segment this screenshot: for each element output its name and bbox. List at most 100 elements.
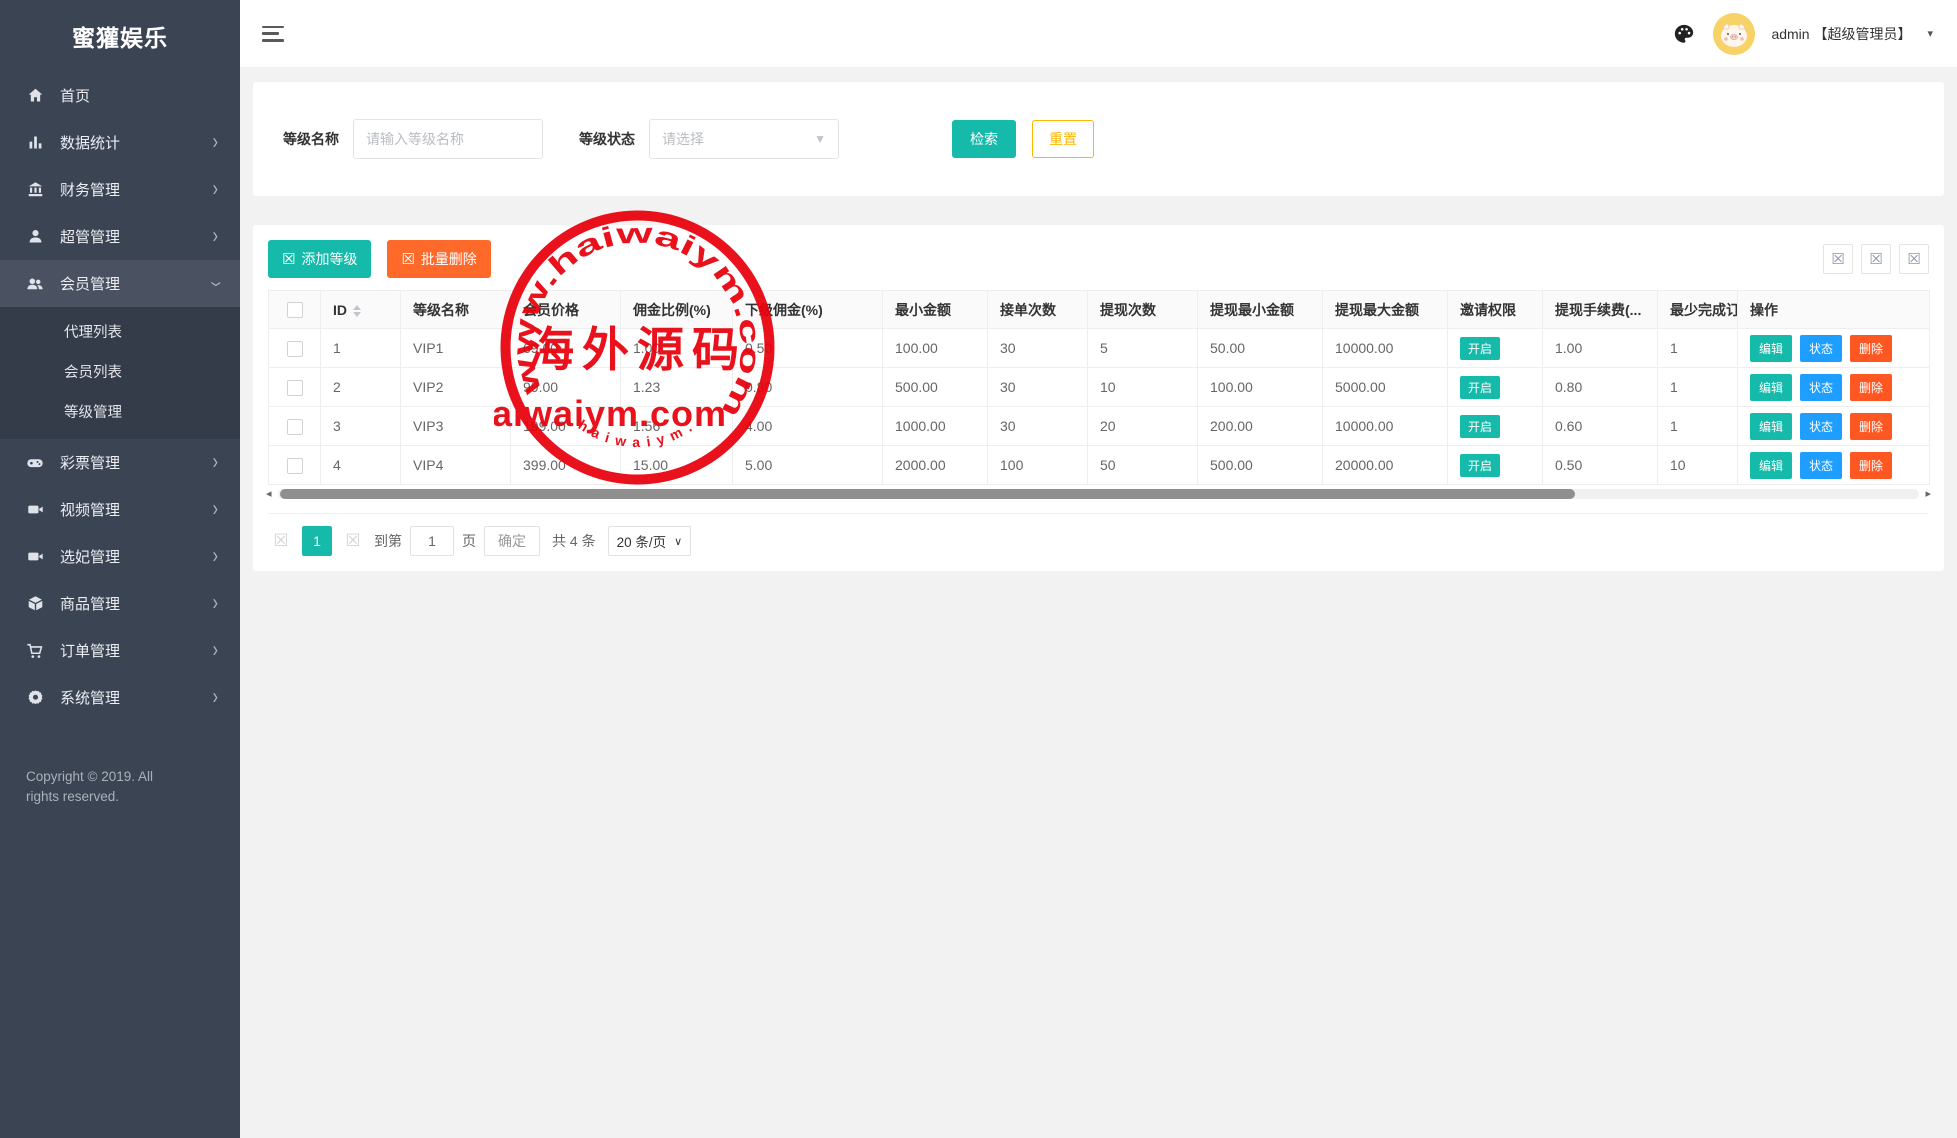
cart-icon bbox=[26, 642, 44, 660]
next-page-button[interactable]: ☒ bbox=[340, 531, 366, 551]
delete-row-button[interactable]: 删除 bbox=[1850, 374, 1892, 401]
table-row: 1VIP169.001.000.50100.0030550.0010000.00… bbox=[269, 329, 1930, 368]
topbar-right: admin 【超级管理员】 ▾ bbox=[1671, 13, 1933, 55]
goto-confirm-button[interactable]: 确定 bbox=[484, 526, 540, 556]
cell-invite: 开启 bbox=[1448, 368, 1543, 407]
sidebar-item-video[interactable]: 视频管理› bbox=[0, 486, 240, 533]
column-header-3: 会员价格 bbox=[511, 291, 621, 329]
column-header-4: 佣金比例(%) bbox=[621, 291, 733, 329]
scrollbar-thumb[interactable] bbox=[280, 489, 1575, 499]
delete-row-button[interactable]: 删除 bbox=[1850, 413, 1892, 440]
cell-name: VIP3 bbox=[401, 407, 511, 446]
chevron-down-icon: › bbox=[203, 281, 228, 286]
total-count-label: 共 4 条 bbox=[552, 531, 596, 551]
cell-id: 3 bbox=[321, 407, 401, 446]
page-content: 等级名称 等级状态 请选择 ▼ 检索 重置 ☒添加等级 ☒批量删除 bbox=[240, 68, 1957, 1138]
sidebar-item-home[interactable]: 首页 bbox=[0, 72, 240, 119]
reset-button[interactable]: 重置 bbox=[1032, 120, 1094, 158]
theme-palette-icon[interactable] bbox=[1671, 21, 1697, 47]
cell-price: 399.00 bbox=[511, 446, 621, 485]
cell-price: 199.00 bbox=[511, 407, 621, 446]
table-tool-button-2[interactable]: ☒ bbox=[1861, 244, 1891, 274]
cell-name: VIP1 bbox=[401, 329, 511, 368]
level-name-input[interactable] bbox=[353, 119, 543, 159]
status-button[interactable]: 状态 bbox=[1800, 335, 1842, 362]
cell-price: 69.00 bbox=[511, 329, 621, 368]
delete-row-button[interactable]: 删除 bbox=[1850, 335, 1892, 362]
cell-sub_commission: 0.50 bbox=[733, 329, 883, 368]
page-number-1[interactable]: 1 bbox=[302, 526, 332, 556]
tool-icon-3: ☒ bbox=[1907, 250, 1920, 268]
sidebar-item-stats[interactable]: 数据统计› bbox=[0, 119, 240, 166]
prev-page-button[interactable]: ☒ bbox=[268, 531, 294, 551]
table-tool-button-1[interactable]: ☒ bbox=[1823, 244, 1853, 274]
sidebar-item-admins[interactable]: 超管管理› bbox=[0, 213, 240, 260]
select-all-checkbox[interactable] bbox=[287, 302, 303, 318]
row-checkbox[interactable] bbox=[287, 380, 303, 396]
sidebar-item-members[interactable]: 会员管理› bbox=[0, 260, 240, 307]
column-header-7: 接单次数 bbox=[988, 291, 1088, 329]
row-checkbox[interactable] bbox=[287, 419, 303, 435]
edit-button[interactable]: 编辑 bbox=[1750, 452, 1792, 479]
scrollbar-track[interactable] bbox=[278, 489, 1919, 499]
sidebar-toggle-icon[interactable] bbox=[262, 26, 284, 42]
scroll-right-icon[interactable]: ▸ bbox=[1925, 487, 1931, 501]
column-header-1[interactable]: ID bbox=[321, 291, 401, 329]
user-dropdown[interactable]: admin 【超级管理员】 bbox=[1771, 24, 1911, 44]
table-row: 2VIP299.001.230.80500.003010100.005000.0… bbox=[269, 368, 1930, 407]
sidebar-item-label: 选妃管理 bbox=[60, 546, 213, 567]
tool-icon-2: ☒ bbox=[1869, 250, 1882, 268]
goto-page-input[interactable] bbox=[410, 526, 454, 556]
add-level-button[interactable]: ☒添加等级 bbox=[268, 240, 371, 278]
column-header-10: 提现最大金额 bbox=[1323, 291, 1448, 329]
cell-fee: 0.50 bbox=[1543, 446, 1658, 485]
gamepad-icon bbox=[26, 454, 44, 472]
cell-fee: 0.80 bbox=[1543, 368, 1658, 407]
batch-delete-button[interactable]: ☒批量删除 bbox=[387, 240, 490, 278]
chart-icon bbox=[26, 134, 44, 152]
edit-button[interactable]: 编辑 bbox=[1750, 374, 1792, 401]
toolbar-left: ☒添加等级 ☒批量删除 bbox=[268, 240, 491, 278]
edit-button[interactable]: 编辑 bbox=[1750, 413, 1792, 440]
sidebar-item-xuanfei[interactable]: 选妃管理› bbox=[0, 533, 240, 580]
chevron-right-icon: › bbox=[213, 591, 218, 616]
topbar: admin 【超级管理员】 ▾ bbox=[240, 0, 1957, 68]
table-tool-button-3[interactable]: ☒ bbox=[1899, 244, 1929, 274]
level-status-select[interactable]: 请选择 ▼ bbox=[649, 119, 839, 159]
app-window: 蜜獾娱乐 首页数据统计›财务管理›超管管理›会员管理›代理列表会员列表等级管理彩… bbox=[0, 0, 1957, 1138]
sidebar-item-label: 彩票管理 bbox=[60, 452, 213, 473]
cell-fee: 0.60 bbox=[1543, 407, 1658, 446]
cell-id: 4 bbox=[321, 446, 401, 485]
delete-icon: ☒ bbox=[401, 250, 414, 268]
cell-invite: 开启 bbox=[1448, 446, 1543, 485]
edit-button[interactable]: 编辑 bbox=[1750, 335, 1792, 362]
sidebar-item-label: 视频管理 bbox=[60, 499, 213, 520]
status-button[interactable]: 状态 bbox=[1800, 374, 1842, 401]
delete-row-button[interactable]: 删除 bbox=[1850, 452, 1892, 479]
sidebar-subitem-members-3[interactable]: 等级管理 bbox=[0, 393, 240, 433]
user-icon bbox=[26, 228, 44, 246]
cell-withdraw_count: 5 bbox=[1088, 329, 1198, 368]
sidebar-item-label: 系统管理 bbox=[60, 687, 213, 708]
row-checkbox[interactable] bbox=[287, 458, 303, 474]
status-button[interactable]: 状态 bbox=[1800, 452, 1842, 479]
sidebar-subitem-members-1[interactable]: 代理列表 bbox=[0, 313, 240, 353]
invite-status-badge: 开启 bbox=[1460, 454, 1500, 477]
sidebar-item-lottery[interactable]: 彩票管理› bbox=[0, 439, 240, 486]
sidebar-item-orders[interactable]: 订单管理› bbox=[0, 627, 240, 674]
search-button[interactable]: 检索 bbox=[952, 120, 1016, 158]
page-size-select[interactable]: 20 条/页 ∨ bbox=[608, 526, 692, 556]
sort-icon[interactable] bbox=[353, 305, 361, 317]
cell-commission: 1.56 bbox=[621, 407, 733, 446]
row-checkbox[interactable] bbox=[287, 341, 303, 357]
scroll-left-icon[interactable]: ◂ bbox=[266, 487, 272, 501]
sidebar-item-goods[interactable]: 商品管理› bbox=[0, 580, 240, 627]
sidebar-item-system[interactable]: 系统管理› bbox=[0, 674, 240, 721]
sidebar-subitem-members-2[interactable]: 会员列表 bbox=[0, 353, 240, 393]
user-caret-down-icon[interactable]: ▾ bbox=[1927, 27, 1933, 40]
user-avatar[interactable] bbox=[1713, 13, 1755, 55]
status-button[interactable]: 状态 bbox=[1800, 413, 1842, 440]
sidebar-item-finance[interactable]: 财务管理› bbox=[0, 166, 240, 213]
column-header-5: 下级佣金(%) bbox=[733, 291, 883, 329]
cell-sub_commission: 4.00 bbox=[733, 407, 883, 446]
